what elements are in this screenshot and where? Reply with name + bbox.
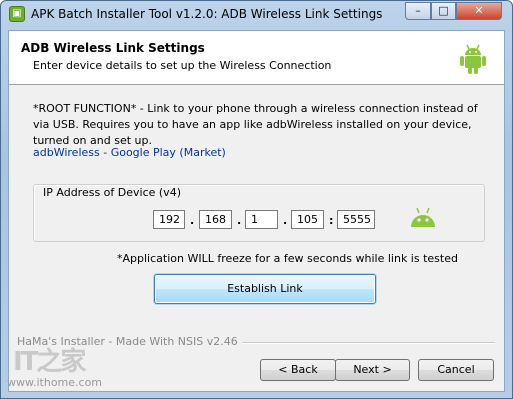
window-title: APK Batch Installer Tool v1.2.0: ADB Wir… bbox=[31, 7, 383, 21]
app-icon: ▣ bbox=[9, 6, 25, 22]
watermark-url: www.ithome.com bbox=[7, 376, 103, 389]
android-logo-icon bbox=[460, 44, 486, 74]
establish-link-button[interactable]: Establish Link bbox=[154, 274, 376, 304]
back-button[interactable]: < Back bbox=[260, 359, 336, 381]
ip-dot-separator: . bbox=[283, 214, 288, 227]
ip-octet-2-field[interactable]: 168 bbox=[199, 210, 232, 229]
android-head-icon bbox=[411, 207, 435, 227]
ip-octet-4-field[interactable]: 105 bbox=[291, 210, 324, 229]
installer-window: ▣ APK Batch Installer Tool v1.2.0: ADB W… bbox=[0, 0, 513, 399]
ip-port-separator: : bbox=[329, 214, 334, 227]
watermark-logo: IT之家 bbox=[13, 347, 86, 377]
ip-octet-1-field[interactable]: 192 bbox=[153, 210, 185, 229]
header-panel: ADB Wireless Link Settings Enter device … bbox=[9, 31, 504, 85]
freeze-warning-note: *Application WILL freeze for a few secon… bbox=[117, 252, 458, 265]
maximize-button[interactable]: □ bbox=[431, 2, 456, 20]
root-function-description: *ROOT FUNCTION* - Link to your phone thr… bbox=[33, 102, 478, 147]
dialog-client-area: ADB Wireless Link Settings Enter device … bbox=[8, 30, 505, 392]
google-play-link[interactable]: adbWireless - Google Play (Market) bbox=[33, 146, 226, 159]
cancel-button[interactable]: Cancel bbox=[418, 359, 494, 381]
page-subtitle: Enter device details to set up the Wirel… bbox=[33, 59, 332, 72]
close-button[interactable]: ✕ bbox=[456, 2, 502, 20]
ip-address-label: IP Address of Device (v4) bbox=[41, 186, 183, 199]
ip-octet-3-field[interactable]: 1 bbox=[245, 210, 278, 229]
ip-dot-separator: . bbox=[190, 214, 195, 227]
page-title: ADB Wireless Link Settings bbox=[21, 41, 205, 55]
port-field[interactable]: 5555 bbox=[337, 210, 375, 229]
next-button[interactable]: Next > bbox=[335, 359, 410, 381]
watermark: IT之家 bbox=[13, 341, 86, 378]
title-bar[interactable]: ▣ APK Batch Installer Tool v1.2.0: ADB W… bbox=[1, 1, 512, 27]
ip-dot-separator: . bbox=[237, 214, 242, 227]
minimize-button[interactable]: – bbox=[405, 2, 431, 20]
